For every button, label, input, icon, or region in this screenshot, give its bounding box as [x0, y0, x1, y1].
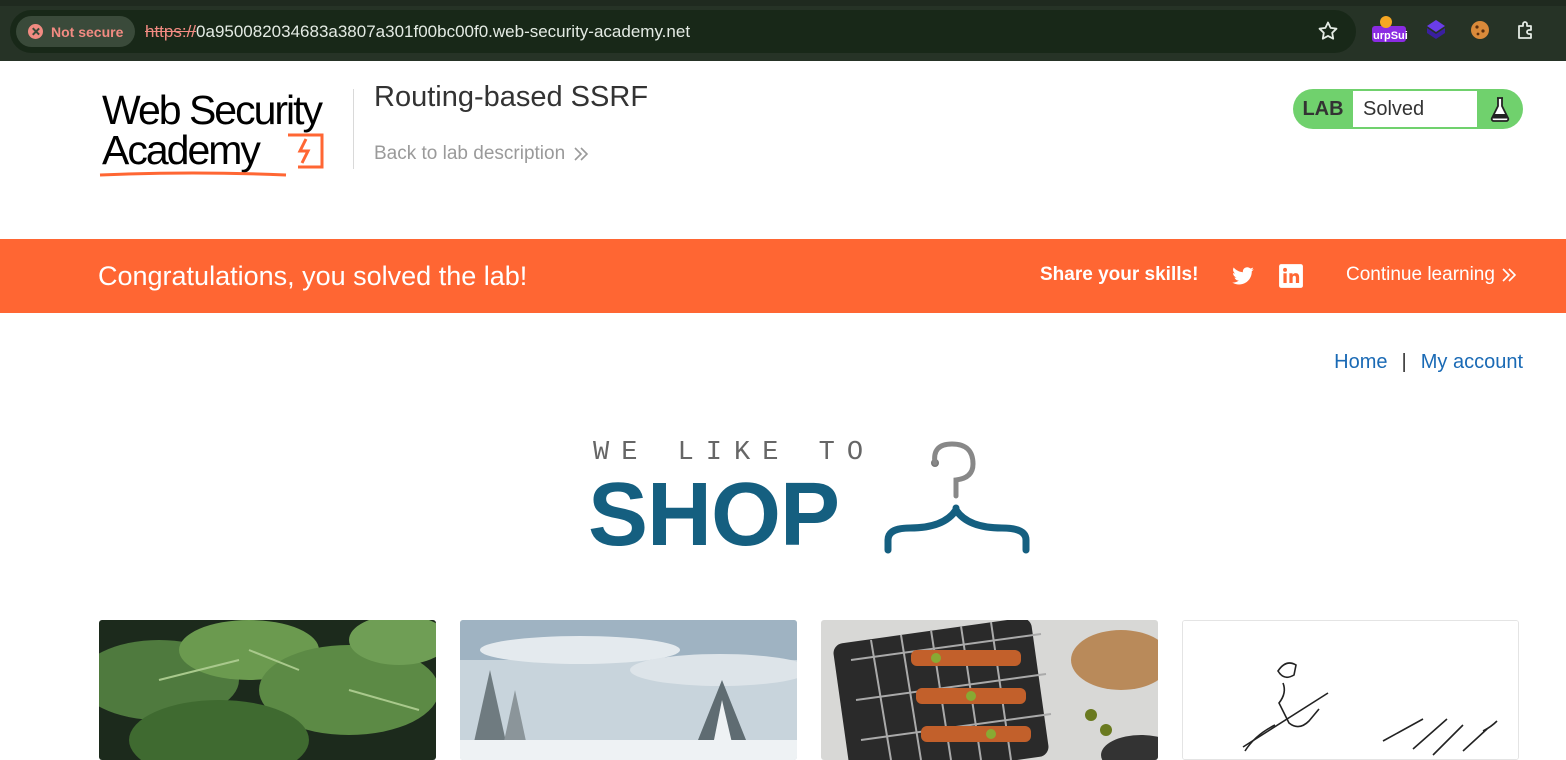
top-navigation: Home | My account: [1334, 351, 1523, 374]
hanger-icon: [884, 441, 1030, 554]
linkedin-icon[interactable]: [1278, 263, 1304, 289]
twitter-icon[interactable]: [1230, 263, 1256, 289]
logo-line2: Academy: [102, 127, 261, 173]
security-label: Not secure: [51, 23, 124, 40]
url-text[interactable]: https://0a950082034683a3807a301f00bc00f0…: [145, 22, 690, 42]
bookmark-star-icon[interactable]: [1316, 19, 1340, 43]
tab-strip: [0, 0, 1566, 6]
cookie-extension-icon[interactable]: [1468, 18, 1494, 44]
lab-header: Web Security Academy Routing-based SSRF …: [0, 61, 1566, 239]
cube-extension-icon[interactable]: [1424, 18, 1450, 44]
product-image-plants[interactable]: [99, 620, 436, 760]
browser-toolbar: Not secure https://0a950082034683a3807a3…: [0, 0, 1566, 61]
product-image-sketch[interactable]: [1182, 620, 1519, 760]
back-link-label: Back to lab description: [374, 143, 566, 164]
lab-status-text: Solved: [1353, 91, 1477, 127]
home-link[interactable]: Home: [1334, 351, 1387, 374]
burp-extension-text: urpSui: [1373, 30, 1408, 42]
flask-icon: [1477, 89, 1523, 129]
warning-icon: [28, 24, 43, 39]
header-divider: [353, 89, 354, 169]
product-image-snow[interactable]: [460, 620, 797, 760]
site-info-button[interactable]: Not secure: [16, 16, 136, 47]
shop-title: SHOP: [588, 465, 840, 565]
product-image-grill[interactable]: [821, 620, 1158, 760]
lab-title: Routing-based SSRF: [374, 81, 649, 113]
congratulations-message: Congratulations, you solved the lab!: [98, 261, 528, 291]
back-to-lab-description-link[interactable]: Back to lab description: [374, 143, 589, 165]
extensions-puzzle-icon[interactable]: [1514, 18, 1540, 44]
lab-badge-label: LAB: [1302, 98, 1344, 120]
nav-separator: |: [1401, 351, 1407, 373]
continue-learning-label: Continue learning: [1346, 264, 1495, 285]
double-chevron-right-icon: [574, 147, 589, 161]
my-account-link[interactable]: My account: [1421, 351, 1523, 374]
url-scheme: https://: [145, 22, 197, 41]
lab-status-badge: LAB Solved: [1293, 89, 1523, 129]
share-skills-label: Share your skills!: [1040, 264, 1199, 285]
logo-bolt-icon: [288, 133, 324, 169]
address-bar[interactable]: Not secure https://0a950082034683a3807a3…: [10, 10, 1356, 53]
web-security-academy-logo[interactable]: Web Security Academy: [98, 87, 353, 179]
double-chevron-right-icon: [1502, 268, 1517, 282]
logo-underline: [99, 171, 287, 177]
continue-learning-link[interactable]: Continue learning: [1346, 264, 1517, 286]
burp-extension-icon[interactable]: urpSui: [1372, 16, 1408, 44]
url-host: 0a950082034683a3807a301f00bc00f0.web-sec…: [196, 22, 691, 41]
solved-notification-banner: Congratulations, you solved the lab! Sha…: [0, 239, 1566, 313]
